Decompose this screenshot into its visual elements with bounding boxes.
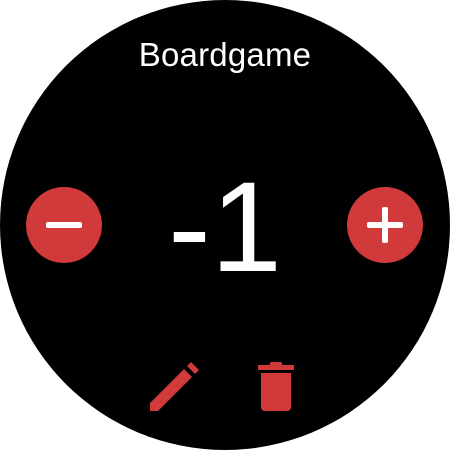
watch-face: Boardgame -1 (0, 0, 450, 450)
edit-button[interactable] (146, 359, 202, 415)
trash-icon (258, 362, 294, 411)
minus-icon (46, 222, 82, 228)
increment-button[interactable] (347, 187, 423, 263)
counter-title: Boardgame (138, 36, 312, 73)
counter-value: -1 (168, 156, 282, 299)
pencil-icon (150, 362, 199, 411)
delete-button[interactable] (248, 359, 304, 415)
decrement-button[interactable] (26, 187, 102, 263)
plus-icon (367, 207, 403, 243)
